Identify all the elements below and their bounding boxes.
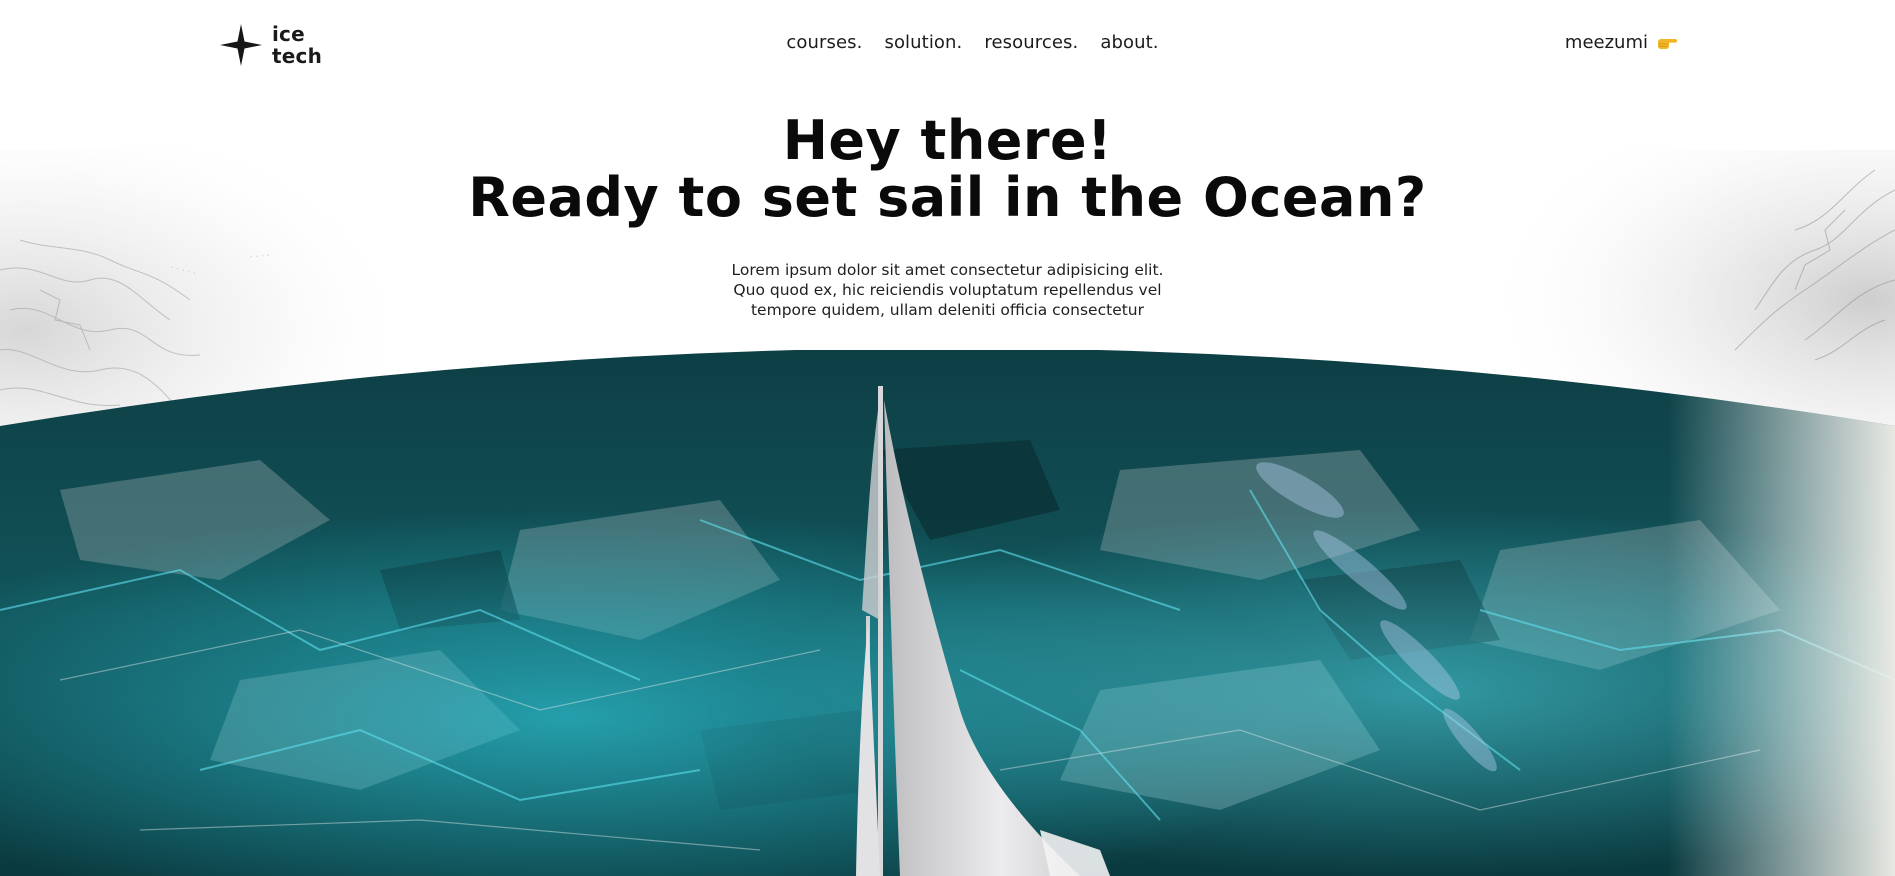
- site-header: ice tech courses. solution. resources. a…: [0, 0, 1895, 90]
- nav-resources[interactable]: resources.: [984, 32, 1078, 53]
- nav-solution[interactable]: solution.: [884, 32, 962, 53]
- user-account-link[interactable]: meezumi: [1565, 32, 1678, 53]
- hero-title-line2: Ready to set sail in the Ocean?: [468, 166, 1427, 229]
- hero-title: Hey there! Ready to set sail in the Ocea…: [0, 112, 1895, 226]
- hero-subtitle-line1: Lorem ipsum dolor sit amet consectetur a…: [731, 261, 1164, 279]
- pointing-hand-icon: [1658, 38, 1677, 49]
- nav-courses[interactable]: courses.: [786, 32, 862, 53]
- hero-subtitle-line3: tempore quidem, ullam deleniti officia c…: [750, 301, 1145, 319]
- hero-subtitle: Lorem ipsum dolor sit amet consectetur a…: [0, 260, 1895, 320]
- nav-about[interactable]: about.: [1100, 32, 1158, 53]
- hero-title-line1: Hey there!: [782, 109, 1113, 172]
- user-name: meezumi: [1564, 32, 1648, 53]
- landing-page: · · · · · · · · · ice tech courses. solu…: [0, 0, 1895, 876]
- hero-subtitle-line2: Quo quod ex, hic reiciendis voluptatum r…: [733, 281, 1162, 299]
- ocean-hero-image: [0, 350, 1895, 876]
